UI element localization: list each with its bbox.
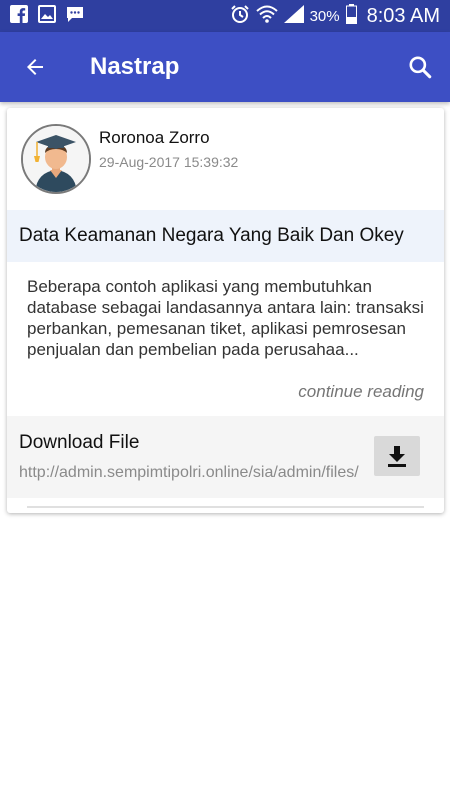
gallery-icon bbox=[38, 4, 56, 28]
battery-percent: 30% bbox=[309, 7, 340, 25]
download-title: Download File bbox=[19, 432, 140, 453]
wifi-icon bbox=[255, 4, 278, 28]
message-icon bbox=[66, 5, 84, 28]
download-url: http://admin.sempimtipolri.online/sia/ad… bbox=[19, 464, 359, 481]
facebook-icon bbox=[10, 4, 28, 28]
clock: 8:03 AM bbox=[366, 4, 440, 27]
battery-icon bbox=[345, 4, 357, 28]
graduate-avatar-icon bbox=[23, 126, 89, 192]
download-section: Download File http://admin.sempimtipolri… bbox=[7, 416, 444, 498]
download-icon bbox=[388, 446, 406, 467]
author-header: Roronoa Zorro 29-Aug-2017 15:39:32 bbox=[21, 124, 238, 194]
status-bar: 30% 8:03 AM bbox=[0, 0, 450, 32]
avatar bbox=[21, 124, 91, 194]
continue-reading-link[interactable]: continue reading bbox=[298, 382, 424, 402]
post-date: 29-Aug-2017 15:39:32 bbox=[99, 154, 239, 170]
headline-text: Data Keamanan Negara Yang Baik Dan Okey bbox=[19, 225, 404, 246]
alarm-icon bbox=[230, 4, 250, 28]
back-button[interactable] bbox=[0, 32, 70, 102]
signal-icon bbox=[283, 5, 304, 27]
post-card[interactable]: Roronoa Zorro 29-Aug-2017 15:39:32 Data … bbox=[7, 108, 444, 513]
download-button[interactable] bbox=[374, 436, 420, 476]
divider bbox=[27, 506, 424, 508]
search-button[interactable] bbox=[390, 32, 450, 102]
page-title: Nastrap bbox=[90, 53, 180, 80]
post-headline[interactable]: Data Keamanan Negara Yang Baik Dan Okey bbox=[7, 210, 444, 262]
post-excerpt: Beberapa contoh aplikasi yang membutuhka… bbox=[27, 277, 424, 359]
author-name: Roronoa Zorro bbox=[99, 128, 210, 147]
arrow-back-icon bbox=[27, 59, 43, 75]
search-icon bbox=[409, 56, 432, 79]
app-bar: Nastrap bbox=[0, 32, 450, 102]
